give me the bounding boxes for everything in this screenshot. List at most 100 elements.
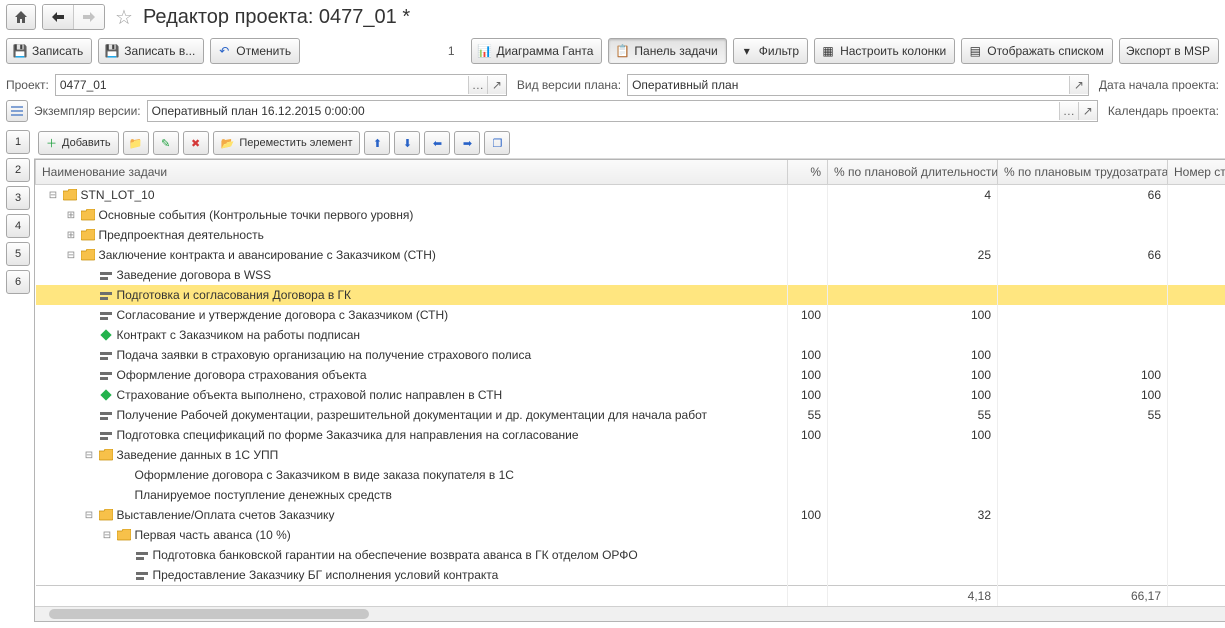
side-tab-3[interactable]: 3 <box>6 186 30 210</box>
cell-lab <box>998 305 1168 325</box>
columns-button[interactable]: ▦ Настроить колонки <box>814 38 955 64</box>
table-row[interactable]: ⊟Заведение данных в 1С УПП <box>36 445 1225 465</box>
project-value: 0477_01 <box>60 78 468 92</box>
version-inst-input[interactable]: Оперативный план 16.12.2015 0:00:00 … ↗ <box>147 100 1098 122</box>
table-row[interactable]: Получение Рабочей документации, разрешит… <box>36 405 1225 425</box>
col-pct-labor[interactable]: % по плановым трудозатратам <box>998 160 1168 185</box>
cell-rowno <box>1168 505 1225 525</box>
save-as-button[interactable]: 💾 Записать в... <box>98 38 204 64</box>
cell-dur <box>828 265 998 285</box>
undo-icon: ↶ <box>217 44 231 58</box>
export-button[interactable]: Экспорт в MSP <box>1119 38 1219 64</box>
row-text: Предпроектная деятельность <box>99 228 264 242</box>
indent-button[interactable]: ➡ <box>454 131 480 155</box>
table-row[interactable]: Оформление договора страхования объекта1… <box>36 365 1225 385</box>
list-icon: ▤ <box>968 44 982 58</box>
table-row[interactable]: Предоставление Заказчику БГ исполнения у… <box>36 565 1225 586</box>
table-row[interactable]: Страхование объекта выполнено, страховой… <box>36 385 1225 405</box>
row-text: Основные события (Контрольные точки перв… <box>99 208 414 222</box>
cell-rowno <box>1168 305 1225 325</box>
cell-pct: 100 <box>788 345 828 365</box>
copy-button[interactable]: ❐ <box>484 131 510 155</box>
cell-rowno <box>1168 345 1225 365</box>
back-button[interactable] <box>43 5 74 29</box>
horizontal-scrollbar[interactable] <box>35 606 1225 621</box>
side-tab-4[interactable]: 4 <box>6 214 30 238</box>
filter-button[interactable]: ▾ Фильтр <box>733 38 808 64</box>
col-pct[interactable]: % <box>788 160 828 185</box>
row-text: Подготовка и согласования Договора в ГК <box>117 288 352 302</box>
version-toggle-button[interactable] <box>6 100 28 122</box>
row-text: Подача заявки в страховую организацию на… <box>117 348 532 362</box>
expand-toggle[interactable]: ⊞ <box>66 230 77 241</box>
forward-button[interactable] <box>74 5 104 29</box>
side-tab-5[interactable]: 5 <box>6 242 30 266</box>
blank-icon <box>117 488 131 502</box>
gantt-button[interactable]: 📊 Диаграмма Ганта <box>471 38 603 64</box>
cell-lab: 66 <box>998 185 1168 206</box>
footer-dur: 4,18 <box>828 586 998 607</box>
save-button[interactable]: 💾 Записать <box>6 38 92 64</box>
project-open-icon[interactable]: ↗ <box>487 76 506 94</box>
add-label: Добавить <box>62 137 111 149</box>
expand-toggle[interactable]: ⊞ <box>66 210 77 221</box>
task-icon <box>99 288 113 302</box>
task-panel-button[interactable]: 📋 Панель задачи <box>608 38 726 64</box>
expand-toggle[interactable]: ⊟ <box>48 190 59 201</box>
table-row[interactable]: Подача заявки в страховую организацию на… <box>36 345 1225 365</box>
row-text: Оформление договора с Заказчиком в виде … <box>135 468 514 482</box>
cell-lab: 100 <box>998 385 1168 405</box>
col-name[interactable]: Наименование задачи <box>36 160 788 185</box>
expand-toggle[interactable]: ⊟ <box>84 510 95 521</box>
table-row[interactable]: Подготовка спецификаций по форме Заказчи… <box>36 425 1225 445</box>
table-row[interactable]: ⊟STN_LOT_10466 <box>36 185 1225 206</box>
outdent-button[interactable]: ⬅ <box>424 131 450 155</box>
display-list-button[interactable]: ▤ Отображать списком <box>961 38 1113 64</box>
project-input[interactable]: 0477_01 … ↗ <box>55 74 507 96</box>
gantt-icon: 📊 <box>478 44 492 58</box>
version-inst-open-icon[interactable]: ↗ <box>1078 102 1097 120</box>
col-rowno[interactable]: Номер ст <box>1168 160 1225 185</box>
table-row[interactable]: ⊟Выставление/Оплата счетов Заказчику1003… <box>36 505 1225 525</box>
move-up-button[interactable]: ⬆ <box>364 131 390 155</box>
cancel-button[interactable]: ↶ Отменить <box>210 38 300 64</box>
add-button[interactable]: ＋ Добавить <box>38 131 119 155</box>
col-pct-dur[interactable]: % по плановой длительности <box>828 160 998 185</box>
move-button[interactable]: 📂 Переместить элемент <box>213 131 361 155</box>
side-tab-6[interactable]: 6 <box>6 270 30 294</box>
table-row[interactable]: Планируемое поступление денежных средств <box>36 485 1225 505</box>
favorite-star-icon[interactable]: ☆ <box>111 5 137 30</box>
add-folder-button[interactable]: 📁 <box>123 131 149 155</box>
plan-version-input[interactable]: Оперативный план ↗ <box>627 74 1089 96</box>
row-text: Выставление/Оплата счетов Заказчику <box>117 508 335 522</box>
table-row[interactable]: Заведение договора в WSS <box>36 265 1225 285</box>
side-tab-2[interactable]: 2 <box>6 158 30 182</box>
expand-toggle[interactable]: ⊟ <box>102 530 113 541</box>
version-inst-select-icon[interactable]: … <box>1059 102 1078 120</box>
home-button[interactable] <box>6 4 36 30</box>
project-select-icon[interactable]: … <box>468 76 487 94</box>
table-row[interactable]: Согласование и утверждение договора с За… <box>36 305 1225 325</box>
table-row[interactable]: Подготовка банковской гарантии на обеспе… <box>36 545 1225 565</box>
plan-version-open-icon[interactable]: ↗ <box>1069 76 1088 94</box>
table-row[interactable]: Оформление договора с Заказчиком в виде … <box>36 465 1225 485</box>
edit-button[interactable]: ✎ <box>153 131 179 155</box>
arrow-left-icon <box>52 12 64 22</box>
folder-icon <box>99 448 113 462</box>
table-row[interactable]: Контракт с Заказчиком на работы подписан <box>36 325 1225 345</box>
delete-button[interactable]: ✖ <box>183 131 209 155</box>
cell-pct <box>788 565 828 586</box>
expand-toggle[interactable]: ⊟ <box>66 250 77 261</box>
table-row[interactable]: ⊟Первая часть аванса (10 %) <box>36 525 1225 545</box>
cell-lab <box>998 285 1168 305</box>
side-tab-1[interactable]: 1 <box>6 130 30 154</box>
cell-lab <box>998 225 1168 245</box>
table-row[interactable]: ⊞ Предпроектная деятельность <box>36 225 1225 245</box>
table-row[interactable]: Подготовка и согласования Договора в ГК <box>36 285 1225 305</box>
row-text: Оформление договора страхования объекта <box>117 368 367 382</box>
expand-toggle[interactable]: ⊟ <box>84 450 95 461</box>
table-row[interactable]: ⊞ Основные события (Контрольные точки пер… <box>36 205 1225 225</box>
move-down-button[interactable]: ⬇ <box>394 131 420 155</box>
table-row[interactable]: ⊟Заключение контракта и авансирование с … <box>36 245 1225 265</box>
cell-lab <box>998 325 1168 345</box>
